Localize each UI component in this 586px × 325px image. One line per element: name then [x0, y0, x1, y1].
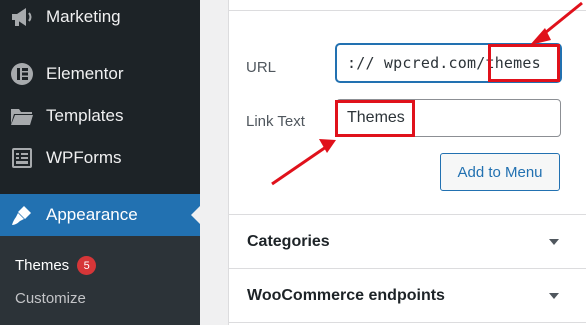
active-indicator	[191, 206, 200, 224]
caret-down-icon	[549, 239, 559, 245]
accordion-woocommerce-endpoints[interactable]: WooCommerce endpoints	[229, 269, 586, 323]
annotation-box-link-text	[335, 100, 415, 137]
accordion-title: WooCommerce endpoints	[247, 287, 445, 304]
sidebar-item-label: Templates	[46, 106, 124, 125]
sidebar-item-templates[interactable]: Templates	[0, 95, 200, 137]
wpforms-icon	[9, 145, 35, 171]
section-divider	[229, 322, 586, 323]
sidebar-item-elementor[interactable]: Elementor	[0, 53, 200, 95]
sidebar-item-label: Appearance	[46, 205, 138, 224]
sidebar-item-label: Marketing	[46, 7, 121, 26]
appearance-submenu: Themes 5 Customize	[0, 236, 200, 325]
sidebar-item-appearance[interactable]: Appearance	[0, 194, 200, 236]
paintbrush-icon	[9, 202, 35, 228]
submenu-item-label: Customize	[15, 290, 86, 307]
annotation-box-url	[488, 44, 560, 82]
sidebar-item-label: Elementor	[46, 64, 124, 83]
sidebar-item-wpforms[interactable]: WPForms	[0, 137, 200, 179]
add-to-menu-button[interactable]: Add to Menu	[440, 153, 560, 191]
update-count-badge: 5	[77, 256, 97, 275]
url-label: URL	[246, 59, 277, 76]
sidebar-item-label: WPForms	[46, 148, 122, 167]
elementor-icon	[9, 61, 35, 87]
megaphone-icon	[9, 4, 35, 30]
caret-down-icon	[549, 293, 559, 299]
accordion-categories[interactable]: Categories	[229, 215, 586, 269]
admin-sidebar: Marketing Elementor Templates WPForms Ap…	[0, 0, 200, 325]
panel-divider	[229, 10, 586, 11]
folder-icon	[9, 103, 35, 129]
sidebar-item-marketing[interactable]: Marketing	[0, 0, 200, 38]
submenu-item-customize[interactable]: Customize	[15, 290, 86, 307]
link-text-label: Link Text	[246, 113, 305, 130]
accordion-title: Categories	[247, 233, 330, 250]
submenu-item-label: Themes	[15, 257, 70, 274]
submenu-item-themes[interactable]: Themes 5	[15, 256, 97, 275]
